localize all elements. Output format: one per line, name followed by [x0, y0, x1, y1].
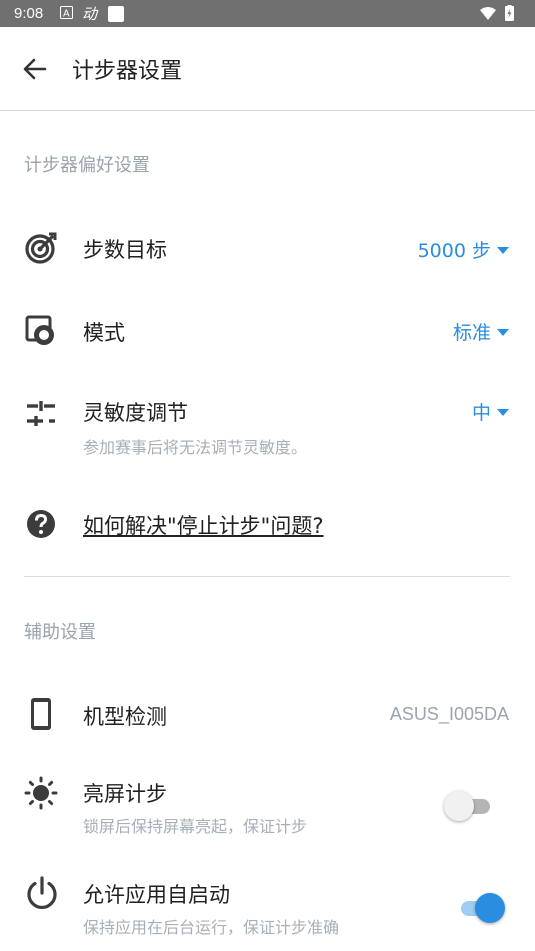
autostart-subtitle: 保持应用在后台运行，保证计步准确	[83, 918, 340, 937]
mode-label: 模式	[83, 321, 125, 345]
status-right-icons	[479, 4, 521, 26]
autostart-toggle[interactable]	[455, 892, 507, 924]
step-goal-dropdown[interactable]: 5000 步	[418, 236, 509, 263]
section-header-aux: 辅助设置	[24, 622, 96, 643]
autostart-label: 允许应用自启动	[83, 883, 230, 907]
caret-down-icon	[497, 247, 509, 254]
caret-down-icon	[497, 329, 509, 336]
target-icon	[24, 231, 58, 265]
status-time: 9:08	[14, 5, 44, 22]
notification-a-icon: A	[60, 6, 73, 23]
section-header-pedometer-prefs: 计步器偏好设置	[24, 155, 150, 176]
toggle-thumb	[475, 893, 505, 923]
mode-dropdown[interactable]: 标准	[453, 318, 509, 345]
divider	[24, 576, 510, 577]
power-icon	[24, 876, 58, 910]
brightness-icon	[24, 776, 58, 810]
screen-on-toggle[interactable]	[444, 790, 496, 822]
status-bar: 9:08 A 动	[0, 0, 535, 27]
screen-on-subtitle: 锁屏后保持屏幕亮起，保证计步	[83, 817, 308, 836]
arrow-back-icon	[23, 58, 47, 80]
notification-square-icon	[108, 6, 124, 26]
sensitivity-subtitle: 参加赛事后将无法调节灵敏度。	[83, 438, 308, 457]
sensitivity-value: 中	[471, 402, 491, 424]
screen-on-label: 亮屏计步	[83, 782, 167, 806]
device-label: 机型检测	[83, 705, 167, 729]
sensitivity-dropdown[interactable]: 中	[472, 398, 509, 425]
step-goal-value: 5000 步	[417, 240, 491, 262]
step-goal-label: 步数目标	[83, 238, 167, 262]
page-title: 计步器设置	[72, 59, 183, 84]
mode-icon	[24, 314, 58, 348]
wifi-icon	[480, 7, 496, 20]
battery-icon	[505, 4, 514, 21]
tune-icon	[24, 397, 58, 431]
caret-down-icon	[497, 409, 509, 416]
device-value: ASUS_I005DA	[389, 704, 509, 724]
toggle-thumb	[444, 791, 474, 821]
help-icon	[24, 507, 58, 541]
mode-value: 标准	[452, 322, 491, 344]
help-link[interactable]: 如何解决"停止计步"问题?	[83, 510, 323, 540]
phone-icon	[24, 697, 58, 731]
svg-text:A: A	[63, 9, 70, 20]
app-bar: 计步器设置	[0, 27, 535, 111]
sensitivity-label: 灵敏度调节	[83, 401, 188, 425]
back-button[interactable]	[18, 52, 52, 86]
app-glyph: 动	[82, 6, 98, 23]
